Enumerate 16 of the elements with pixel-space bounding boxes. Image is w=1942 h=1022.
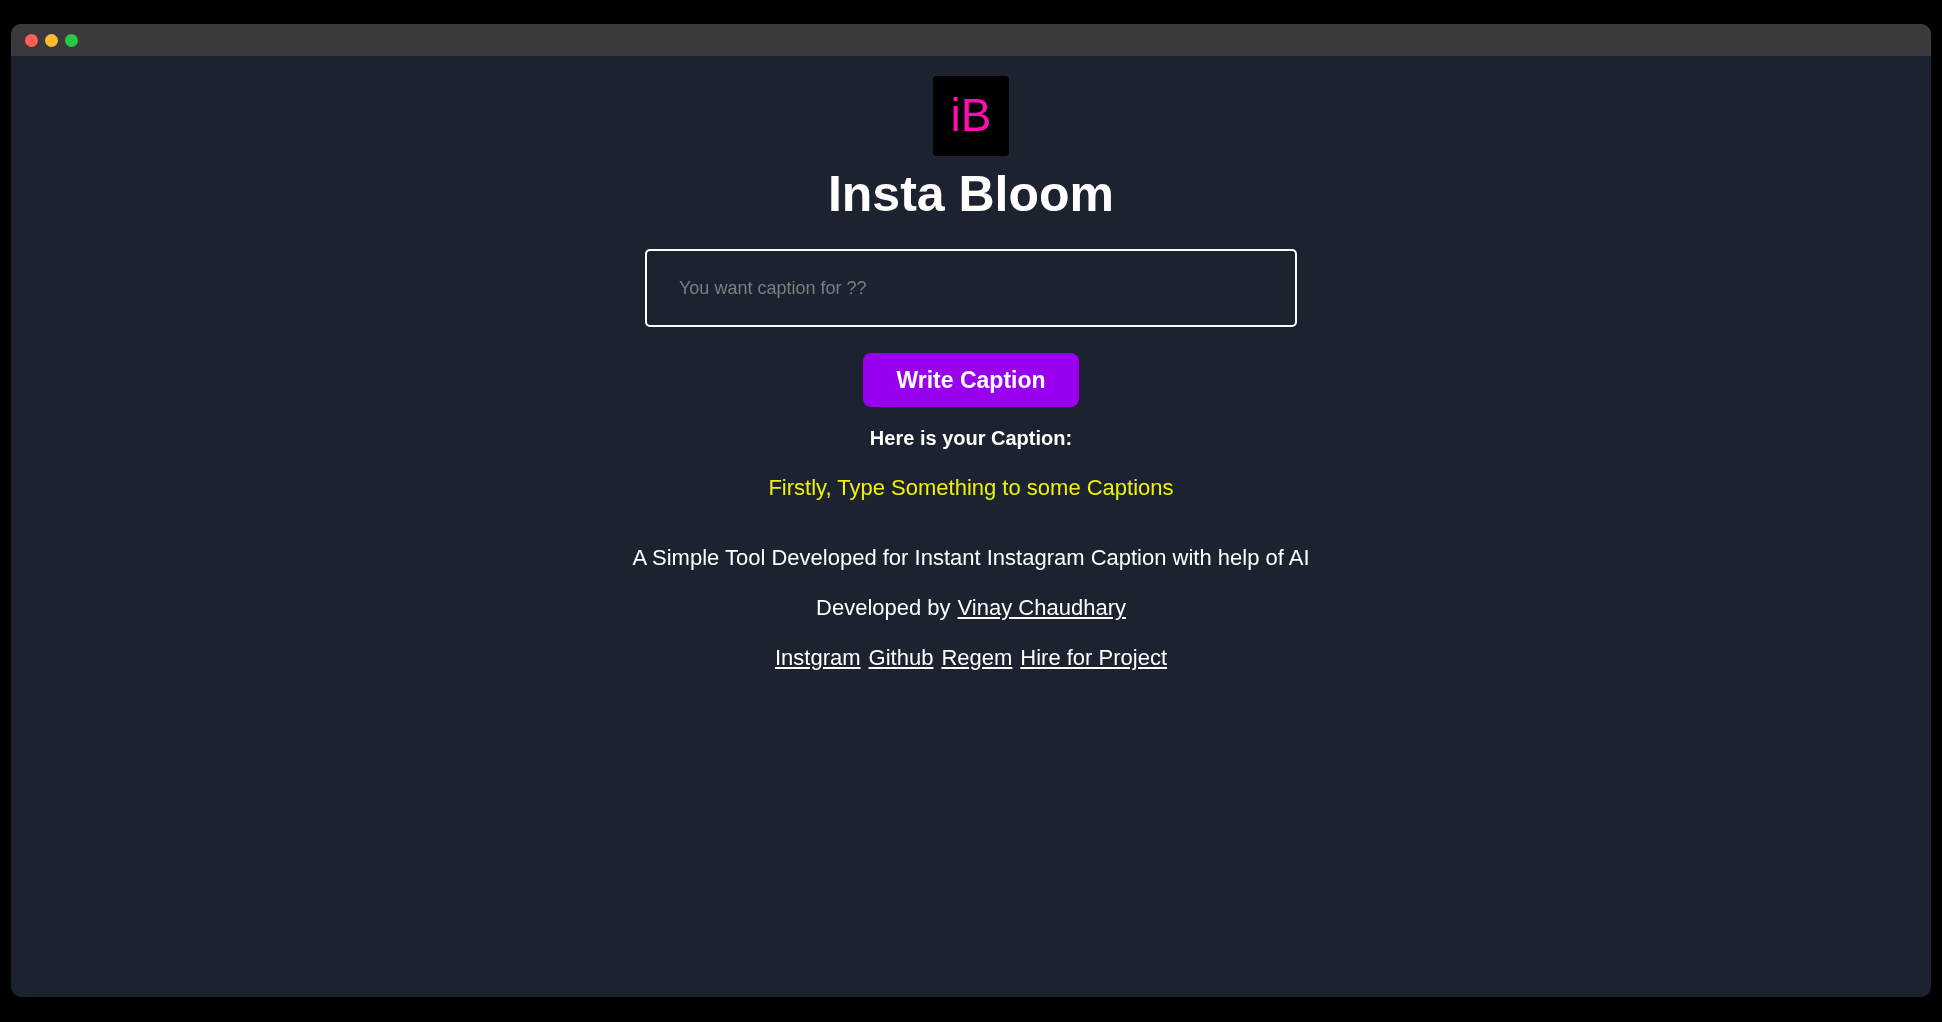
footer-link[interactable]: Github xyxy=(868,643,934,673)
caption-input-field[interactable]: You want caption for ?? xyxy=(645,249,1297,327)
app-title: Insta Bloom xyxy=(827,165,1115,224)
minimize-button[interactable] xyxy=(45,33,58,47)
footer-link[interactable]: Instgram xyxy=(774,643,861,673)
author-link[interactable]: Vinay Chaudhary xyxy=(957,593,1126,623)
close-button[interactable] xyxy=(25,33,38,47)
maximize-button[interactable] xyxy=(65,33,78,47)
footer-link[interactable]: Regem xyxy=(941,643,1013,673)
write-caption-button[interactable]: Write Caption xyxy=(863,353,1079,407)
caption-heading: Here is your Caption: xyxy=(869,426,1073,451)
caption-result-text: Firstly, Type Something to some Captions xyxy=(768,474,1174,502)
credit-label: Developed by xyxy=(816,594,951,622)
description-text: A Simple Tool Developed for Instant Instagram Caption with help of AI xyxy=(632,544,1310,572)
app-logo: iB xyxy=(933,76,1009,156)
footer-link[interactable]: Hire for Project xyxy=(1020,643,1168,673)
